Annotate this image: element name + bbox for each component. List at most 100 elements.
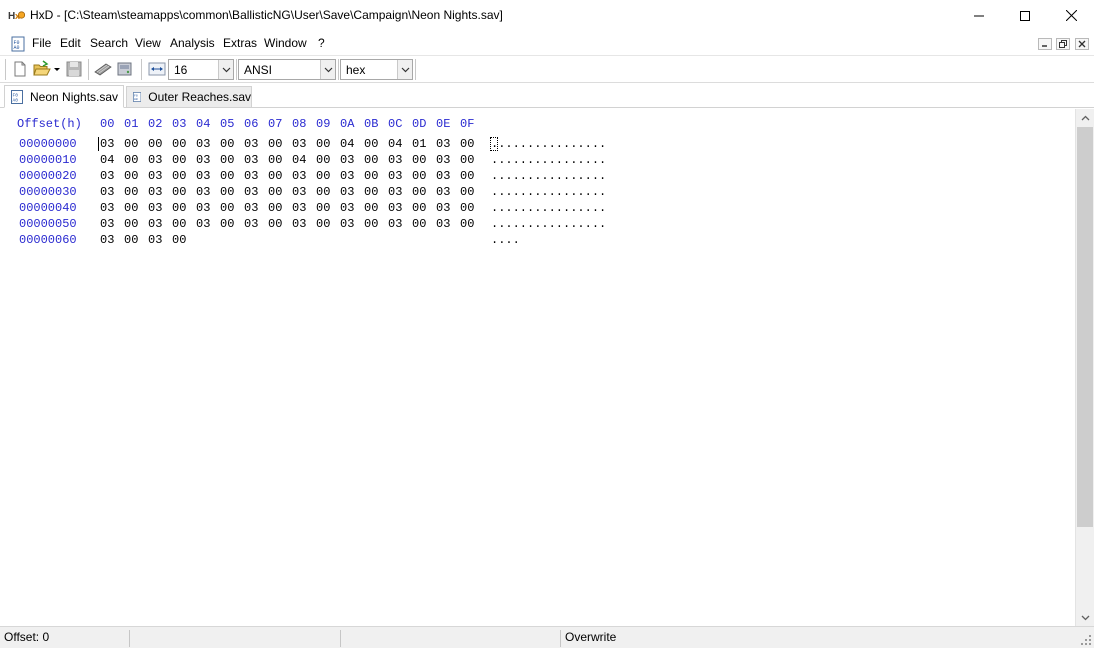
hex-byte[interactable]: 00 [316, 201, 330, 215]
hex-byte[interactable]: 00 [460, 185, 474, 199]
hex-byte[interactable]: 00 [268, 153, 282, 167]
hex-byte[interactable]: 03 [148, 201, 162, 215]
hex-byte[interactable]: 00 [124, 201, 138, 215]
ascii-text[interactable]: ................ [491, 137, 606, 151]
hex-byte[interactable]: 00 [172, 137, 186, 151]
ascii-text[interactable]: ................ [491, 153, 606, 167]
hex-byte[interactable]: 00 [412, 153, 426, 167]
hex-byte[interactable]: 00 [364, 217, 378, 231]
hex-editor[interactable]: Offset(h) 00 01 02 03 04 05 06 07 08 09 0A 0B 0C 0D 0E… [0, 109, 1075, 626]
hex-byte[interactable]: 04 [292, 153, 306, 167]
hex-byte[interactable]: 00 [412, 201, 426, 215]
hex-byte[interactable]: 00 [316, 153, 330, 167]
hex-byte[interactable]: 04 [388, 137, 402, 151]
hex-byte[interactable]: 00 [172, 217, 186, 231]
hex-byte[interactable]: 03 [100, 137, 114, 151]
hex-byte[interactable]: 00 [124, 169, 138, 183]
hex-byte[interactable]: 00 [172, 169, 186, 183]
hex-byte[interactable]: 03 [436, 185, 450, 199]
hex-byte[interactable]: 03 [436, 201, 450, 215]
resize-grip-icon[interactable] [1080, 634, 1092, 646]
hex-byte[interactable]: 00 [148, 137, 162, 151]
menu-edit[interactable]: Edit [60, 36, 81, 50]
hex-byte[interactable]: 00 [268, 169, 282, 183]
hex-byte[interactable]: 03 [388, 185, 402, 199]
menu-analysis[interactable]: Analysis [170, 36, 215, 50]
hex-byte[interactable]: 03 [292, 137, 306, 151]
bytes-per-row-dropdown[interactable] [218, 60, 233, 79]
hex-byte[interactable]: 03 [100, 233, 114, 247]
open-folder-icon[interactable] [33, 60, 51, 78]
hex-byte[interactable]: 00 [124, 217, 138, 231]
hex-byte[interactable]: 03 [100, 201, 114, 215]
hex-byte[interactable]: 03 [292, 185, 306, 199]
hex-byte[interactable]: 03 [388, 201, 402, 215]
hex-byte[interactable]: 00 [172, 233, 186, 247]
hex-byte[interactable]: 00 [220, 169, 234, 183]
hex-byte[interactable]: 04 [340, 137, 354, 151]
hex-byte[interactable]: 00 [268, 201, 282, 215]
hex-byte[interactable]: 03 [100, 169, 114, 183]
tab-outer-reaches[interactable]: F0 A0 Outer Reaches.sav [126, 86, 252, 108]
mdi-restore-button[interactable] [1056, 38, 1070, 50]
hex-byte[interactable]: 00 [220, 185, 234, 199]
hex-byte[interactable]: 00 [124, 153, 138, 167]
ram-chip-icon[interactable] [94, 60, 112, 78]
hex-byte[interactable]: 03 [196, 153, 210, 167]
hex-byte[interactable]: 03 [340, 185, 354, 199]
hex-byte[interactable]: 00 [220, 217, 234, 231]
hex-byte[interactable]: 04 [100, 153, 114, 167]
hex-byte[interactable]: 03 [340, 201, 354, 215]
tab-neon-nights[interactable]: F0 A0 Neon Nights.sav [4, 85, 124, 108]
hex-byte[interactable]: 00 [268, 217, 282, 231]
hex-byte[interactable]: 00 [124, 185, 138, 199]
hex-byte[interactable]: 03 [196, 185, 210, 199]
hex-byte[interactable]: 03 [436, 153, 450, 167]
menu-window[interactable]: Window [264, 36, 307, 50]
hex-byte[interactable]: 03 [148, 185, 162, 199]
close-button[interactable] [1048, 0, 1094, 31]
hex-byte[interactable]: 00 [364, 185, 378, 199]
hex-byte[interactable]: 03 [148, 169, 162, 183]
hex-byte[interactable]: 00 [316, 169, 330, 183]
hex-byte[interactable]: 03 [436, 169, 450, 183]
hex-byte[interactable]: 03 [436, 217, 450, 231]
hex-byte[interactable]: 01 [412, 137, 426, 151]
hex-byte[interactable]: 00 [220, 153, 234, 167]
hex-byte[interactable]: 03 [244, 201, 258, 215]
hex-byte[interactable]: 03 [340, 169, 354, 183]
hex-byte[interactable]: 03 [292, 169, 306, 183]
document-icon[interactable]: F0 A0 [11, 36, 25, 52]
hex-byte[interactable]: 00 [460, 217, 474, 231]
ascii-text[interactable]: .... [491, 233, 520, 247]
hex-byte[interactable]: 00 [460, 169, 474, 183]
hex-byte[interactable]: 00 [412, 185, 426, 199]
hex-byte[interactable]: 03 [196, 169, 210, 183]
hex-byte[interactable]: 00 [412, 217, 426, 231]
hex-byte[interactable]: 00 [364, 201, 378, 215]
hex-byte[interactable]: 03 [340, 153, 354, 167]
hex-byte[interactable]: 00 [124, 137, 138, 151]
ascii-text[interactable]: ................ [491, 185, 606, 199]
hex-byte[interactable]: 03 [292, 201, 306, 215]
ascii-text[interactable]: ................ [491, 201, 606, 215]
hex-byte[interactable]: 03 [148, 217, 162, 231]
hex-byte[interactable]: 03 [148, 153, 162, 167]
hex-byte[interactable]: 00 [172, 201, 186, 215]
hex-byte[interactable]: 03 [244, 217, 258, 231]
hex-byte[interactable]: 03 [196, 217, 210, 231]
hex-byte[interactable]: 00 [172, 185, 186, 199]
hex-byte[interactable]: 00 [268, 185, 282, 199]
offset-base-select[interactable]: hex [340, 59, 413, 80]
hex-byte[interactable]: 03 [340, 217, 354, 231]
hex-byte[interactable]: 03 [148, 233, 162, 247]
hex-byte[interactable]: 00 [412, 169, 426, 183]
mdi-minimize-button[interactable] [1038, 38, 1052, 50]
hex-byte[interactable]: 00 [460, 153, 474, 167]
hex-byte[interactable]: 00 [268, 137, 282, 151]
hex-byte[interactable]: 00 [220, 137, 234, 151]
ascii-text[interactable]: ................ [491, 169, 606, 183]
menu-extras[interactable]: Extras [223, 36, 257, 50]
hex-byte[interactable]: 03 [388, 169, 402, 183]
minimize-button[interactable] [956, 0, 1002, 31]
